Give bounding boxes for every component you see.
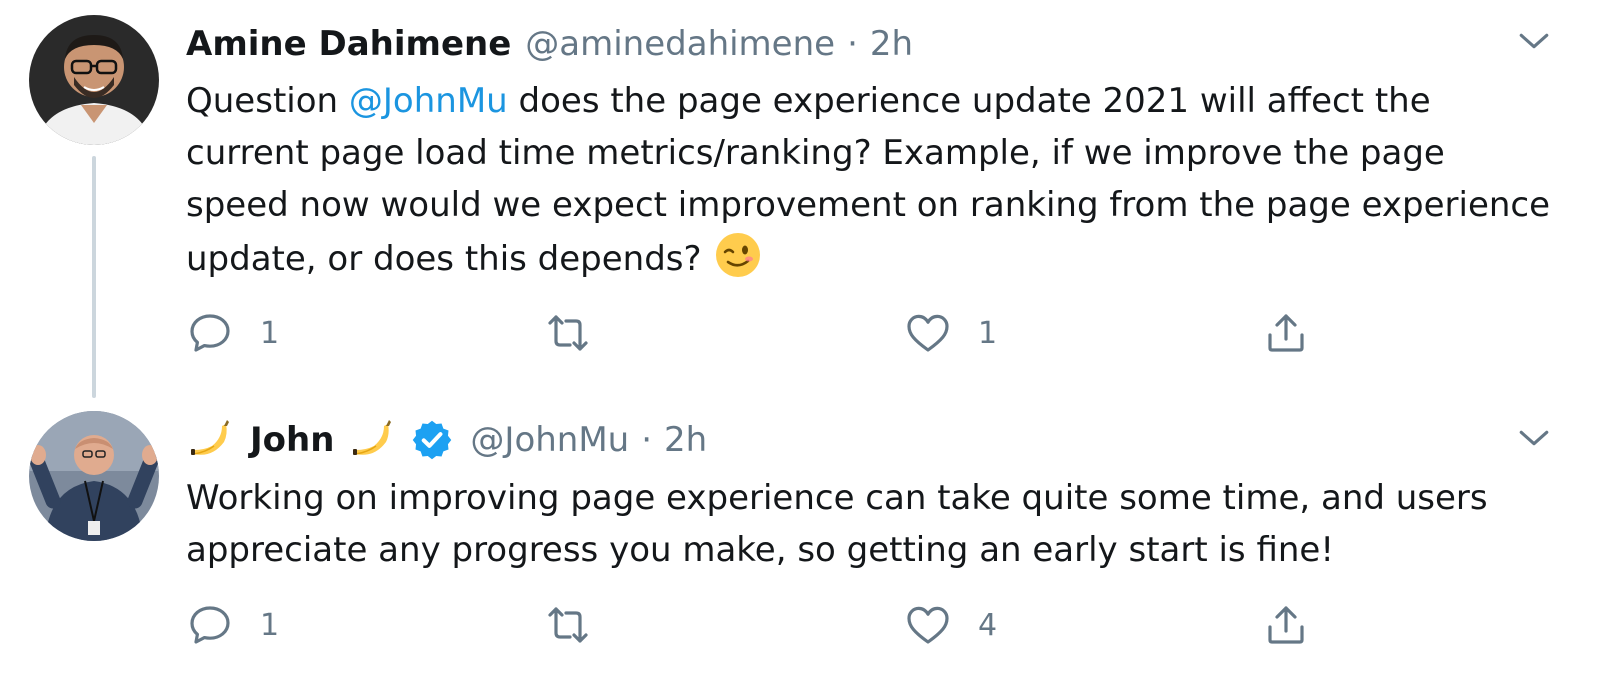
like-count: 1 [978,315,998,351]
share-button[interactable] [1262,600,1310,650]
retweet-button[interactable] [544,600,618,650]
reply-icon [190,314,230,352]
winking-face-emoji-icon [715,233,760,277]
retweet-button[interactable] [544,308,618,358]
tweet-actions: 1 4 [186,600,1336,650]
tweet-text-part: Question [186,81,349,121]
heart-icon [907,606,949,644]
reply-icon [190,606,230,644]
tweet-header: John @JohnMu · 2h [186,414,707,466]
banana-emoji-icon [191,420,229,455]
tweet-actions: 1 1 [186,308,1336,358]
mention-link[interactable]: @JohnMu [349,81,508,121]
chevron-down-icon[interactable] [1517,24,1551,58]
author-handle[interactable]: @JohnMu [470,420,629,460]
tweet-timestamp[interactable]: 2h [664,420,707,460]
author-name[interactable]: John [250,420,334,460]
tweet-text: Working on improving page experience can… [186,478,1488,570]
tweet-timestamp[interactable]: 2h [870,24,913,64]
author-name[interactable]: Amine Dahimene [186,24,511,64]
share-icon [1268,314,1304,352]
separator-dot: · [847,24,858,64]
reply-button[interactable]: 1 [186,600,279,650]
verified-badge-icon [413,420,452,460]
profile-photo [29,15,159,145]
tweet-header: Amine Dahimene @aminedahimene · 2h [186,18,913,70]
thread-connector-line [92,156,96,398]
like-button[interactable]: 4 [904,600,997,650]
tweet[interactable]: Amine Dahimene @aminedahimene · 2h Quest… [0,0,1597,400]
avatar[interactable] [29,15,159,145]
banana-emoji-icon [353,420,392,455]
reply-button[interactable]: 1 [186,308,279,358]
profile-photo [29,411,159,541]
tweet-text: Question @JohnMu does the page experienc… [186,75,1556,285]
separator-dot: · [641,420,653,460]
like-count: 4 [978,607,998,643]
share-button[interactable] [1262,308,1310,358]
share-icon [1268,606,1304,644]
chevron-down-icon[interactable] [1517,421,1551,455]
heart-icon [907,314,949,352]
reply-count: 1 [260,607,280,643]
retweet-icon [548,607,588,643]
author-handle[interactable]: @aminedahimene [525,24,835,64]
reply-count: 1 [260,315,280,351]
avatar[interactable] [29,411,159,541]
tweet[interactable]: John @JohnMu · 2h Working on improving p… [0,400,1597,682]
like-button[interactable]: 1 [904,308,997,358]
retweet-icon [548,315,588,351]
